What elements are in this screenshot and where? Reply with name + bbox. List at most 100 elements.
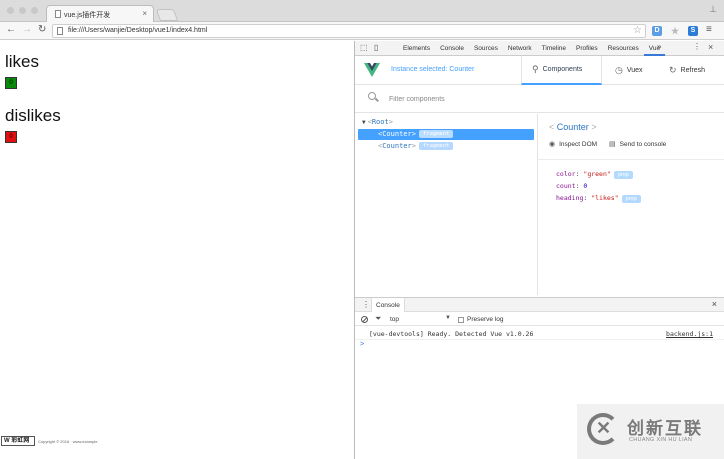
- inspect-dom-label: Inspect DOM: [559, 141, 598, 148]
- bookmark-star-icon[interactable]: ☆: [633, 25, 642, 36]
- filter-funnel-icon[interactable]: ⏷: [375, 314, 381, 324]
- refresh-icon: ↻: [669, 65, 677, 75]
- brand-watermark: ✕ 创新互联 CHUANG XIN HU LIAN: [577, 404, 724, 459]
- counter-heading: likes: [5, 52, 40, 71]
- tab-sources[interactable]: Sources: [469, 41, 503, 56]
- tab-network[interactable]: Network: [503, 41, 537, 56]
- page-viewport: likes 0 dislikes 0 W 彩虹网 Copyright © 201…: [0, 41, 354, 459]
- tree-node-label: Counter: [382, 130, 412, 138]
- extension-d-icon[interactable]: D: [652, 26, 662, 36]
- inspector-actions: ◉ Inspect DOM ▤ Send to console: [549, 140, 666, 148]
- devtools-panel: ⬚ ▯ Elements Console Sources Network Tim…: [354, 41, 724, 459]
- search-icon: [368, 92, 376, 100]
- tab-vue[interactable]: Vue: [643, 41, 666, 56]
- count-button[interactable]: 0: [5, 77, 17, 89]
- divider: [538, 159, 724, 160]
- window-close-button[interactable]: [7, 7, 14, 14]
- prop-row[interactable]: color: "green" prop: [556, 170, 633, 179]
- components-tab[interactable]: ⚲ Components: [521, 56, 602, 85]
- inspector-title: < Counter >: [549, 122, 597, 132]
- forward-arrow-icon[interactable]: →: [22, 24, 32, 35]
- new-tab-button[interactable]: [155, 9, 179, 21]
- likes-counter: likes 0: [5, 52, 39, 89]
- chevron-down-icon[interactable]: ▼: [445, 315, 451, 321]
- close-drawer-icon[interactable]: ×: [712, 299, 717, 309]
- console-prompt[interactable]: >: [360, 341, 364, 348]
- preserve-log-toggle[interactable]: Preserve log: [458, 316, 504, 323]
- url-text[interactable]: file:///Users/wanjie/Desktop/vue1/index4…: [68, 27, 207, 34]
- inspector-component-name: Counter: [556, 122, 589, 132]
- browser-tab-active[interactable]: vue.js插件开发 ×: [46, 5, 154, 22]
- console-source-link[interactable]: backend.js:1: [666, 330, 713, 338]
- chrome-menu-icon[interactable]: ≡: [706, 24, 712, 35]
- drawer-menu-icon[interactable]: ⋮: [362, 300, 370, 309]
- prop-value: 0: [583, 182, 588, 190]
- tree-node-counter-selected[interactable]: <Counter> fragment: [358, 129, 534, 140]
- components-label: Components: [542, 66, 583, 73]
- more-tabs-icon[interactable]: »: [657, 42, 661, 51]
- context-select[interactable]: top: [390, 316, 399, 323]
- tab-resources[interactable]: Resources: [603, 41, 644, 56]
- prop-row[interactable]: heading: "likes" prop: [556, 194, 641, 203]
- console-drawer-bar: ⋮ Console ×: [355, 297, 724, 312]
- tab-close-icon[interactable]: ×: [142, 9, 147, 18]
- console-message: [vue-devtools] Ready. Detected Vue v1.0.…: [355, 327, 724, 340]
- tab-title: vue.js插件开发: [64, 12, 111, 19]
- inspect-element-icon[interactable]: ⬚: [360, 43, 368, 52]
- site-logo: W 彩虹网: [1, 436, 35, 446]
- send-to-console-button[interactable]: ▤ Send to console: [609, 140, 666, 148]
- preserve-log-checkbox[interactable]: [458, 316, 464, 323]
- browser-toolbar: ← → ↻ file:///Users/wanjie/Desktop/vue1/…: [0, 22, 724, 40]
- fragment-badge: fragment: [418, 142, 454, 150]
- window-maximize-button[interactable]: [31, 7, 38, 14]
- tree-node-counter[interactable]: <Counter> fragment: [358, 141, 534, 152]
- devtools-close-icon[interactable]: ×: [708, 42, 713, 52]
- footer-watermark: W 彩虹网 Copyright © 2016 · www.example: [1, 436, 98, 446]
- inspect-dom-button[interactable]: ◉ Inspect DOM: [549, 140, 597, 148]
- back-arrow-icon[interactable]: ←: [6, 24, 16, 35]
- vue-header: Instance selected: Counter ⚲ Components …: [355, 56, 724, 85]
- tab-elements[interactable]: Elements: [398, 41, 435, 56]
- vuex-tab[interactable]: ◷ Vuex: [605, 56, 653, 85]
- prop-key: color: [556, 170, 576, 178]
- prop-row[interactable]: count: 0: [556, 182, 587, 190]
- footer-text: Copyright © 2016 · www.example: [38, 438, 98, 444]
- tab-console[interactable]: Console: [435, 41, 469, 56]
- collapse-arrow-icon[interactable]: ▼: [362, 119, 366, 126]
- page-icon: [55, 10, 61, 18]
- browser-title-bar: vue.js插件开发 × ⊥: [0, 0, 724, 22]
- tree-node-label: Counter: [382, 142, 412, 150]
- clear-console-icon[interactable]: [361, 316, 368, 323]
- console-message-text: [vue-devtools] Ready. Detected Vue v1.0.…: [369, 330, 534, 338]
- file-icon: [57, 27, 63, 35]
- components-icon: ⚲: [532, 64, 539, 74]
- devtools-menu-icon[interactable]: ⋮: [693, 42, 701, 51]
- prop-key: count: [556, 182, 576, 190]
- dislikes-counter: dislikes 0: [5, 106, 61, 143]
- count-button[interactable]: 0: [5, 131, 17, 143]
- watermark-cn-text: 创新互联: [627, 419, 703, 438]
- window-minimize-button[interactable]: [19, 7, 26, 14]
- reload-icon[interactable]: ↻: [38, 24, 46, 35]
- clock-icon: ◷: [615, 65, 623, 75]
- profile-icon[interactable]: ⊥: [709, 4, 717, 15]
- console-drawer-tab[interactable]: Console: [371, 298, 405, 312]
- device-mode-icon[interactable]: ▯: [374, 43, 378, 52]
- tab-profiles[interactable]: Profiles: [571, 41, 603, 56]
- tree-node-root[interactable]: ▼ <Root>: [358, 117, 534, 128]
- address-bar[interactable]: file:///Users/wanjie/Desktop/vue1/index4…: [52, 24, 646, 38]
- devtools-tabbar: ⬚ ▯ Elements Console Sources Network Tim…: [355, 41, 724, 56]
- component-tree: ▼ <Root> <Counter> fragment <Counter> fragm…: [355, 114, 537, 295]
- extension-s-icon[interactable]: S: [688, 26, 698, 36]
- refresh-label: Refresh: [680, 67, 706, 74]
- filter-bar: [355, 85, 724, 113]
- prop-value: "green": [583, 170, 611, 178]
- tree-node-label: Root: [371, 118, 389, 126]
- prop-key: heading: [556, 194, 584, 202]
- vue-logo-icon: [364, 63, 380, 77]
- filter-components-input[interactable]: [389, 93, 689, 105]
- extension-vue-icon[interactable]: ★: [670, 26, 680, 36]
- prop-badge: prop: [621, 195, 641, 203]
- refresh-button[interactable]: ↻ Refresh: [659, 56, 715, 85]
- tab-timeline[interactable]: Timeline: [537, 41, 571, 56]
